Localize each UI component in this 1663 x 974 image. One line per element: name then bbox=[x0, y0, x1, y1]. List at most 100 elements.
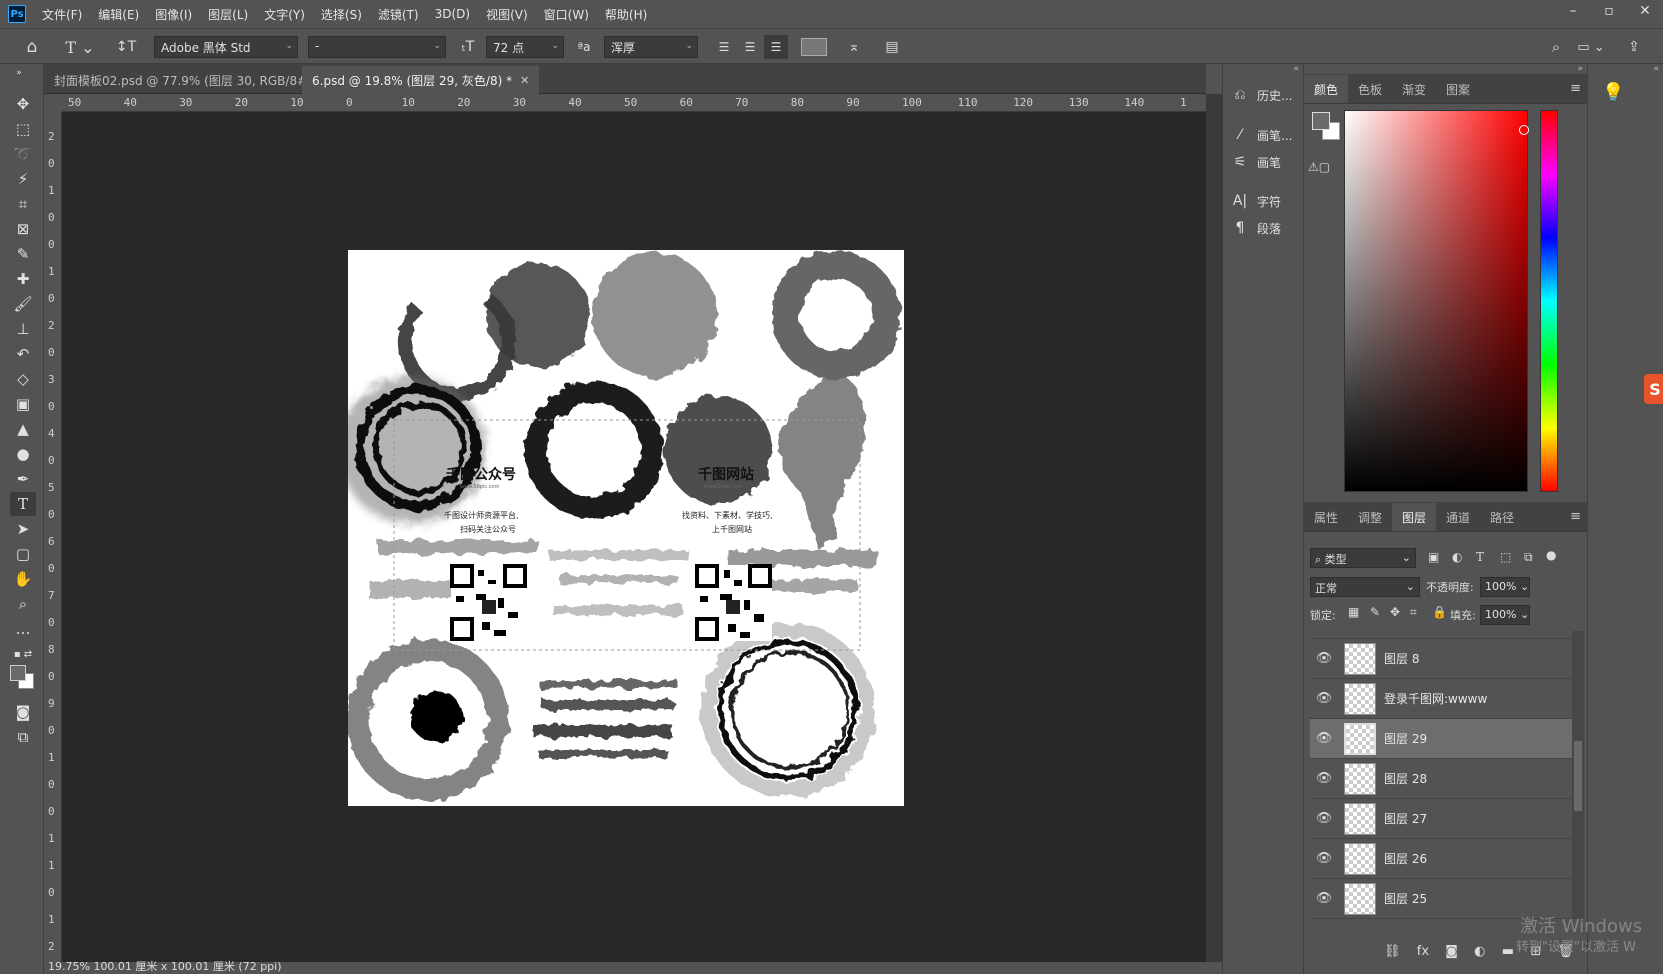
new-adjustment-icon[interactable]: ◐ bbox=[1474, 944, 1485, 968]
tab-layers[interactable]: 图层 bbox=[1392, 503, 1437, 531]
filter-pixel-icon[interactable]: ▣ bbox=[1428, 550, 1439, 564]
tab-swatches[interactable]: 色板 bbox=[1348, 75, 1392, 103]
font-style-select[interactable]: - ⌄ bbox=[308, 36, 446, 58]
warp-text-icon[interactable]: ⌅ bbox=[842, 35, 866, 59]
gradient-tool-icon[interactable]: ▣ bbox=[10, 392, 36, 416]
filter-adjustment-icon[interactable]: ◐ bbox=[1452, 550, 1462, 564]
pen-tool-icon[interactable]: ✒ bbox=[10, 467, 36, 491]
collapse-learn-icon[interactable]: « bbox=[1653, 64, 1659, 74]
layer-effects-icon[interactable]: fx bbox=[1417, 944, 1429, 968]
restore-icon[interactable]: ▫ bbox=[1591, 0, 1627, 24]
layers-scrollbar[interactable] bbox=[1572, 631, 1584, 919]
new-group-icon[interactable]: ▬ bbox=[1502, 944, 1514, 968]
lightbulb-icon[interactable]: 💡 bbox=[1602, 82, 1624, 103]
hand-tool-icon[interactable]: ✋ bbox=[10, 567, 36, 591]
eraser-icon[interactable]: ◇ bbox=[10, 367, 36, 391]
lasso-tool-icon[interactable]: ➰ bbox=[10, 142, 36, 166]
tab-channels[interactable]: 通道 bbox=[1436, 503, 1480, 531]
align-center-icon[interactable]: ☰ bbox=[738, 35, 762, 59]
move-tool-icon[interactable]: ✥ bbox=[10, 92, 36, 116]
workspace-icon[interactable]: ▭ ⌄ bbox=[1574, 35, 1608, 59]
lock-position-icon[interactable]: ✥ bbox=[1390, 605, 1400, 619]
hue-slider[interactable] bbox=[1540, 110, 1558, 492]
blur-tool-icon[interactable]: ▲ bbox=[10, 417, 36, 441]
swap-colors-icon[interactable]: ▪ ⇄ bbox=[10, 642, 36, 666]
lock-all-icon[interactable]: 🔒 bbox=[1432, 605, 1447, 619]
add-mask-icon[interactable]: ◙ bbox=[1445, 944, 1458, 968]
quick-mask-icon[interactable]: ◙ bbox=[10, 700, 36, 724]
home-icon[interactable]: ⌂ bbox=[18, 35, 46, 59]
paragraph-panel-button[interactable]: ¶ 段落 bbox=[1229, 215, 1301, 241]
character-panel-button[interactable]: A| 字符 bbox=[1229, 188, 1301, 214]
layer-row[interactable]: 👁 登录千图网:wwww bbox=[1310, 679, 1572, 719]
align-left-icon[interactable]: ☰ bbox=[712, 35, 736, 59]
menu-filter[interactable]: 滤镜(T) bbox=[370, 6, 427, 23]
vertical-scrollbar[interactable] bbox=[1206, 94, 1222, 962]
type-tool-icon[interactable]: T bbox=[10, 492, 36, 516]
minimize-icon[interactable]: – bbox=[1555, 0, 1591, 24]
history-panel-button[interactable]: ⎌ 历史... bbox=[1229, 82, 1301, 108]
lock-artboard-icon[interactable]: ⌗ bbox=[1410, 605, 1417, 620]
align-right-icon[interactable]: ☰ bbox=[764, 35, 788, 59]
eyedropper-icon[interactable]: ✎ bbox=[10, 242, 36, 266]
menu-select[interactable]: 选择(S) bbox=[313, 6, 370, 23]
menu-view[interactable]: 视图(V) bbox=[478, 6, 536, 23]
crop-tool-icon[interactable]: ⌗ bbox=[10, 192, 36, 216]
visibility-eye-icon[interactable]: 👁 bbox=[1310, 651, 1338, 666]
font-family-select[interactable]: Adobe 黑体 Std ⌄ bbox=[154, 36, 298, 58]
menu-window[interactable]: 窗口(W) bbox=[536, 6, 597, 23]
layer-row[interactable]: 👁 图层 28 bbox=[1310, 759, 1572, 799]
link-layers-icon[interactable]: ⛓ bbox=[1384, 944, 1401, 968]
tab-6-psd[interactable]: 6.psd @ 19.8% (图层 29, 灰色/8) * ✕ bbox=[302, 66, 540, 94]
blend-mode-select[interactable]: 正常 ⌄ bbox=[1310, 577, 1420, 597]
layer-row[interactable]: 👁 图层 27 bbox=[1310, 799, 1572, 839]
layer-row-selected[interactable]: 👁 图层 29 bbox=[1310, 719, 1572, 759]
visibility-eye-icon[interactable]: 👁 bbox=[1310, 891, 1338, 906]
visibility-eye-icon[interactable]: 👁 bbox=[1310, 691, 1338, 706]
close-tab-icon[interactable]: ✕ bbox=[520, 74, 529, 87]
foreground-background-colors[interactable] bbox=[10, 664, 36, 692]
menu-3d[interactable]: 3D(D) bbox=[427, 7, 478, 21]
layer-row[interactable]: 👁 图层 26 bbox=[1310, 839, 1572, 879]
fill-input[interactable]: 100% ⌄ bbox=[1480, 605, 1530, 625]
collapse-toolbox-icon[interactable]: » bbox=[6, 66, 32, 80]
menu-layer[interactable]: 图层(L) bbox=[200, 6, 256, 23]
filter-toggle-icon[interactable]: ● bbox=[1546, 548, 1556, 562]
filter-shape-icon[interactable]: ⬚ bbox=[1500, 550, 1511, 564]
character-panel-icon[interactable]: ▤ bbox=[880, 35, 904, 59]
visibility-eye-icon[interactable]: 👁 bbox=[1310, 771, 1338, 786]
menu-file[interactable]: 文件(F) bbox=[34, 6, 90, 23]
menu-image[interactable]: 图像(I) bbox=[147, 6, 200, 23]
tab-paths[interactable]: 路径 bbox=[1480, 503, 1524, 531]
text-color-swatch[interactable] bbox=[800, 35, 828, 59]
close-icon[interactable]: ✕ bbox=[1627, 0, 1663, 24]
zoom-tool-icon[interactable]: ⌕ bbox=[10, 592, 36, 616]
lock-transparent-icon[interactable]: ▦ bbox=[1348, 605, 1359, 619]
expand-panels-icon[interactable]: « bbox=[1293, 64, 1299, 74]
tab-patterns[interactable]: 图案 bbox=[1436, 75, 1480, 103]
visibility-eye-icon[interactable]: 👁 bbox=[1310, 851, 1338, 866]
lock-pixels-icon[interactable]: ✎ bbox=[1370, 605, 1380, 619]
filter-type-icon[interactable]: T bbox=[1476, 550, 1484, 564]
brush-tool-icon[interactable]: 🖌 bbox=[10, 292, 36, 316]
screen-mode-icon[interactable]: ⧉ bbox=[10, 725, 36, 749]
path-selection-icon[interactable]: ➤ bbox=[10, 517, 36, 541]
opacity-input[interactable]: 100% ⌄ bbox=[1480, 577, 1530, 597]
tab-gradients[interactable]: 渐变 bbox=[1392, 75, 1436, 103]
tab-properties[interactable]: 属性 bbox=[1304, 503, 1348, 531]
color-fg-bg-swatch[interactable] bbox=[1312, 112, 1342, 142]
tab-color[interactable]: 颜色 bbox=[1304, 75, 1349, 103]
share-icon[interactable]: ⇪ bbox=[1622, 35, 1646, 59]
brush-settings-panel-button[interactable]: ⁄ 画笔... bbox=[1229, 122, 1301, 148]
layers-panel-menu-icon[interactable]: ≡ bbox=[1570, 509, 1581, 524]
marquee-tool-icon[interactable]: ⬚ bbox=[10, 117, 36, 141]
toggle-text-orientation-icon[interactable]: ↕T bbox=[114, 35, 138, 59]
menu-help[interactable]: 帮助(H) bbox=[597, 6, 655, 23]
font-size-select[interactable]: 72 点 ⌄ bbox=[486, 36, 564, 58]
magic-wand-icon[interactable]: ⚡ bbox=[10, 167, 36, 191]
color-picker-field[interactable] bbox=[1344, 110, 1529, 492]
healing-brush-icon[interactable]: ✚ bbox=[10, 267, 36, 291]
visibility-eye-icon[interactable]: 👁 bbox=[1310, 811, 1338, 826]
dodge-tool-icon[interactable]: ● bbox=[10, 442, 36, 466]
collapse-right-panel-icon[interactable]: » bbox=[1577, 64, 1583, 74]
